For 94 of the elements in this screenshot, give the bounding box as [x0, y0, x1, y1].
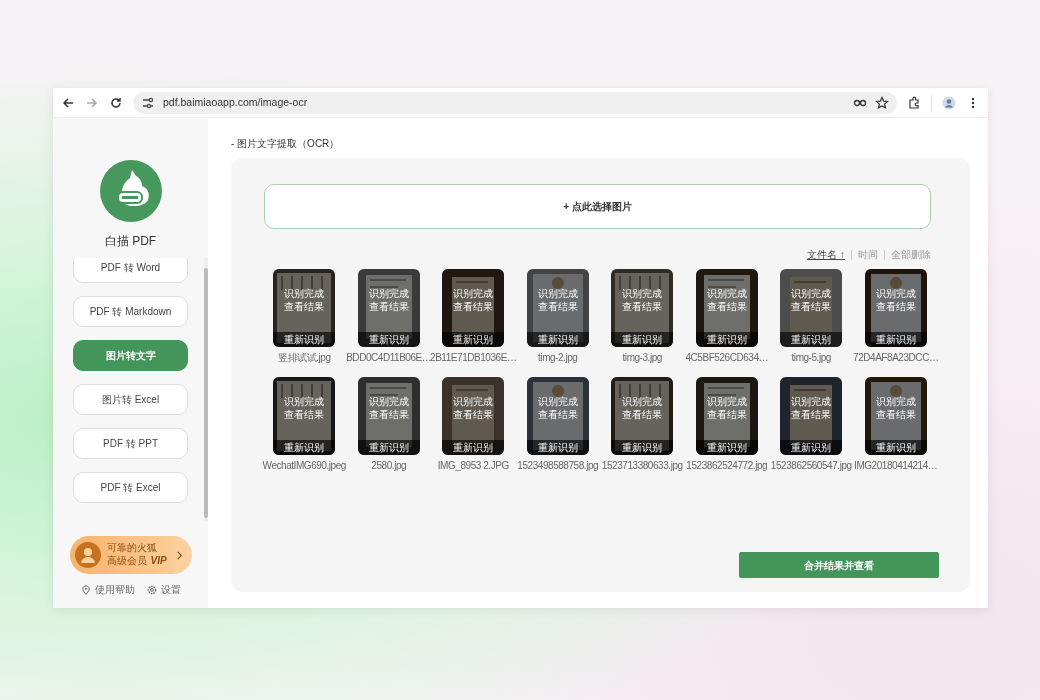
- status-text: 识别完成: [622, 288, 663, 301]
- view-result-link[interactable]: 查看结果: [537, 408, 578, 421]
- status-text: 识别完成: [706, 288, 747, 301]
- sidebar-item[interactable]: 图片转文字: [73, 340, 188, 371]
- status-text: 识别完成: [622, 396, 663, 409]
- pin-icon: [80, 584, 91, 595]
- status-text: 识别完成: [368, 288, 409, 301]
- reload-icon[interactable]: [109, 95, 123, 110]
- retry-button[interactable]: 重新识别: [526, 332, 589, 347]
- star-icon[interactable]: [875, 95, 889, 110]
- file-name: BDD0C4D11B06E…: [346, 351, 432, 365]
- view-result-link[interactable]: 查看结果: [791, 300, 832, 313]
- status-text: 识别完成: [875, 288, 916, 301]
- user-name: 可靠的火狐: [106, 541, 157, 554]
- status-text: 识别完成: [791, 288, 832, 301]
- retry-button[interactable]: 重新识别: [864, 332, 927, 347]
- vip-label: VIP: [150, 554, 167, 569]
- settings-link[interactable]: 设置: [160, 582, 181, 597]
- view-result-link[interactable]: 查看结果: [453, 300, 494, 313]
- status-text: 识别完成: [284, 288, 325, 301]
- status-text: 识别完成: [453, 288, 494, 301]
- view-result-link[interactable]: 查看结果: [368, 408, 409, 421]
- file-name: 1523498588758.jpg: [517, 459, 599, 473]
- view-result-link[interactable]: 查看结果: [791, 408, 832, 421]
- view-result-link[interactable]: 查看结果: [284, 300, 325, 313]
- file-name: 4C5BF526CD634…: [685, 351, 769, 365]
- merge-results-button[interactable]: 合并结果并查看: [739, 552, 939, 578]
- view-result-link[interactable]: 查看结果: [622, 408, 663, 421]
- retry-button[interactable]: 重新识别: [442, 332, 505, 347]
- profile-avatar-icon[interactable]: [942, 95, 956, 110]
- sidebar-item[interactable]: PDF 转 PPT: [73, 428, 188, 459]
- file-name: timg-5.jpg: [791, 351, 831, 365]
- logo-icon: [99, 160, 162, 222]
- select-images-button[interactable]: + 点此选择图片: [264, 184, 931, 229]
- address-bar[interactable]: pdf.baimiaoapp.com/image-ocr: [133, 91, 897, 114]
- status-text: 识别完成: [706, 396, 747, 409]
- site-settings-icon[interactable]: [141, 95, 155, 110]
- retry-button[interactable]: 重新识别: [273, 332, 336, 347]
- view-result-link[interactable]: 查看结果: [706, 300, 747, 313]
- file-name: timg-2.jpg: [538, 351, 578, 365]
- sidebar-item[interactable]: PDF 转 Markdown: [73, 296, 188, 327]
- view-result-link[interactable]: 查看结果: [622, 300, 663, 313]
- sidebar-item[interactable]: PDF 转 Word: [73, 258, 188, 283]
- file-name: 2580.jpg: [371, 459, 407, 473]
- sidebar-item[interactable]: PDF 转 Excel: [73, 472, 188, 503]
- member-card[interactable]: 可靠的火狐 高级会员 VIP: [69, 536, 192, 574]
- retry-button[interactable]: 重新识别: [357, 332, 420, 347]
- page-title: - 图片文字提取（OCR）: [231, 137, 341, 151]
- view-result-link[interactable]: 查看结果: [453, 408, 494, 421]
- status-text: 识别完成: [537, 288, 578, 301]
- retry-button[interactable]: 重新识别: [780, 440, 843, 455]
- file-name: 2B11E71DB1036E…: [430, 351, 517, 365]
- file-name: IMG_8953 2.JPG: [437, 459, 509, 473]
- status-text: 识别完成: [453, 396, 494, 409]
- retry-button[interactable]: 重新识别: [442, 440, 505, 455]
- retry-button[interactable]: 重新识别: [695, 440, 758, 455]
- sort-option[interactable]: 文件名 ↑: [807, 247, 845, 262]
- retry-button[interactable]: 重新识别: [611, 440, 674, 455]
- view-result-link[interactable]: 查看结果: [537, 300, 578, 313]
- status-text: 识别完成: [875, 396, 916, 409]
- retry-button[interactable]: 重新识别: [780, 332, 843, 347]
- view-result-link[interactable]: 查看结果: [368, 300, 409, 313]
- file-name: 1523862524772.jpg: [686, 459, 768, 473]
- file-name: WechatIMG690.jpeg: [262, 459, 346, 473]
- file-name: 1523862560547.jpg: [770, 459, 852, 473]
- file-name: IMG20180414214…: [854, 459, 938, 473]
- file-name: 1523713380633.jpg: [601, 459, 683, 473]
- view-result-link[interactable]: 查看结果: [875, 408, 916, 421]
- chevron-right-icon: [174, 550, 184, 560]
- status-text: 识别完成: [791, 396, 832, 409]
- settings-icon: [146, 584, 157, 595]
- url-text: pdf.baimiaoapp.com/image-ocr: [163, 94, 309, 110]
- help-link[interactable]: 使用帮助: [94, 582, 135, 597]
- retry-button[interactable]: 重新识别: [357, 440, 420, 455]
- avatar-icon: [74, 542, 101, 568]
- back-icon[interactable]: [61, 95, 75, 110]
- status-text: 识别完成: [368, 396, 409, 409]
- brand-name: 白描 PDF: [104, 233, 157, 250]
- file-name: timg-3.jpg: [622, 351, 662, 365]
- retry-button[interactable]: 重新识别: [695, 332, 758, 347]
- extensions-icon[interactable]: [907, 95, 921, 110]
- status-text: 识别完成: [537, 396, 578, 409]
- retry-button[interactable]: 重新识别: [611, 332, 674, 347]
- sidebar-item[interactable]: 图片转 Excel: [73, 384, 188, 415]
- status-text: 识别完成: [284, 396, 325, 409]
- retry-button[interactable]: 重新识别: [273, 440, 336, 455]
- view-result-link[interactable]: 查看结果: [706, 408, 747, 421]
- view-result-link[interactable]: 查看结果: [284, 408, 325, 421]
- retry-button[interactable]: 重新识别: [526, 440, 589, 455]
- member-tier-label: 高级会员: [106, 555, 147, 567]
- file-name: 竖排试试.jpg: [278, 351, 331, 365]
- retry-button[interactable]: 重新识别: [864, 440, 927, 455]
- file-name: 72D4AF8A23DCC…: [853, 351, 939, 365]
- view-result-link[interactable]: 查看结果: [875, 300, 916, 313]
